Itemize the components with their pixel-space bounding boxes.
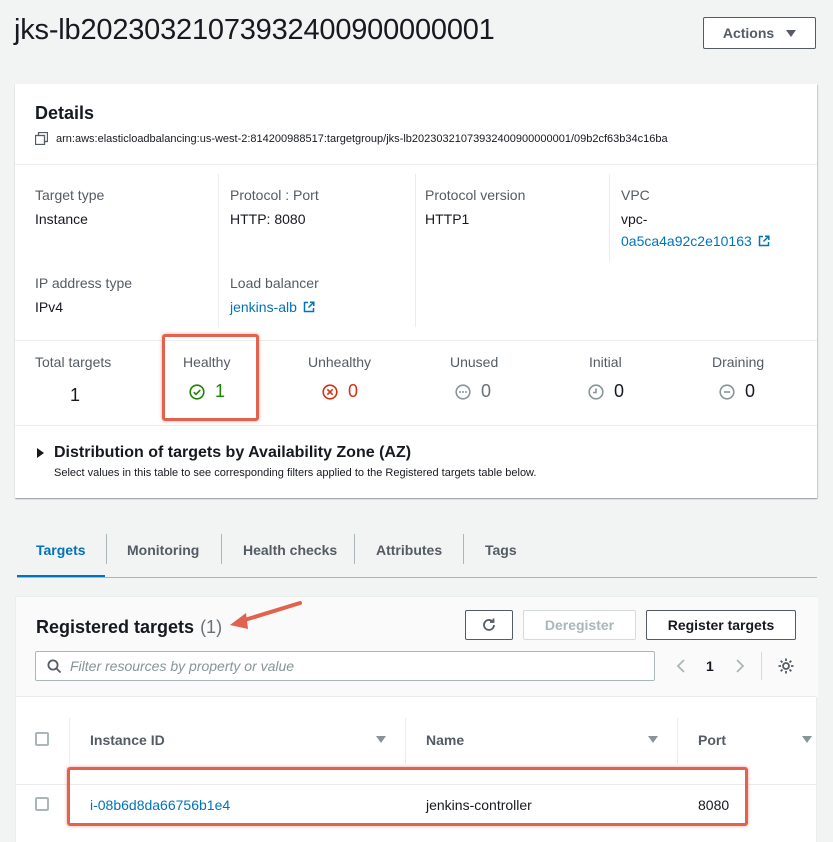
column-header-instance-id[interactable]: Instance ID (90, 732, 165, 748)
x-circle-icon (322, 383, 338, 400)
target-type-value: Instance (35, 211, 88, 227)
ellipsis-circle-icon (455, 383, 471, 400)
ip-type-label: IP address type (35, 275, 133, 291)
load-balancer-link[interactable]: jenkins-alb (230, 299, 315, 315)
gear-icon[interactable] (777, 657, 795, 675)
unused-label[interactable]: Unused (450, 354, 498, 370)
protocol-version-value: HTTP1 (425, 211, 470, 227)
tab-targets[interactable]: Targets (36, 542, 86, 558)
registered-targets-heading: Registered targets (1) (36, 617, 222, 638)
unused-count[interactable]: 0 (455, 381, 491, 402)
tabs-baseline (17, 577, 817, 578)
tab-tags[interactable]: Tags (485, 542, 517, 558)
az-description: Select values in this table to see corre… (54, 467, 537, 479)
external-link-icon (303, 301, 315, 313)
refresh-button[interactable] (465, 610, 513, 640)
unhealthy-label[interactable]: Unhealthy (308, 354, 371, 370)
draining-count[interactable]: 0 (719, 381, 755, 402)
copy-icon[interactable] (35, 132, 48, 145)
sort-caret-icon[interactable] (648, 736, 658, 743)
draining-label[interactable]: Draining (712, 354, 764, 370)
vpc-link-line1[interactable]: vpc- (621, 211, 647, 227)
deregister-button[interactable]: Deregister (523, 610, 636, 640)
unhealthy-count[interactable]: 0 (322, 381, 358, 402)
search-box[interactable] (35, 651, 655, 681)
registered-targets-title: Registered targets (36, 617, 195, 637)
draining-value: 0 (745, 381, 756, 401)
sort-caret-icon[interactable] (376, 736, 386, 743)
vpc-link[interactable]: 0a5ca4a92c2e10163 (621, 233, 770, 249)
column-header-name[interactable]: Name (426, 732, 464, 748)
actions-button-label: Actions (722, 25, 775, 41)
protocol-port-label: Protocol : Port (230, 187, 319, 203)
total-targets-value: 1 (70, 385, 81, 405)
healthy-highlight-box (162, 334, 259, 421)
arn-row: arn:aws:elasticloadbalancing:us-west-2:8… (35, 132, 668, 145)
search-icon (47, 659, 62, 674)
details-card: Details arn:aws:elasticloadbalancing:us-… (15, 84, 817, 498)
clock-icon (588, 383, 604, 400)
page-number[interactable]: 1 (706, 658, 714, 674)
protocol-port-value: HTTP: 8080 (230, 211, 306, 227)
register-targets-button[interactable]: Register targets (646, 610, 796, 640)
az-title: Distribution of targets by Availability … (54, 444, 412, 461)
search-input[interactable] (70, 658, 640, 674)
minus-circle-icon (719, 383, 735, 400)
ip-type-value: IPv4 (35, 299, 64, 315)
column-header-port[interactable]: Port (698, 732, 726, 748)
select-all-checkbox[interactable] (35, 732, 49, 746)
protocol-version-label: Protocol version (425, 187, 526, 203)
target-type-label: Target type (35, 187, 105, 203)
chevron-left-icon[interactable] (675, 658, 687, 674)
page-title: jks-lb20230321073932400900000001 (14, 14, 495, 46)
vpc-link-line2[interactable]: 0a5ca4a92c2e10163 (621, 233, 752, 249)
initial-label[interactable]: Initial (589, 354, 622, 370)
unhealthy-value: 0 (348, 381, 359, 401)
registered-targets-count: (1) (200, 617, 223, 637)
az-expander[interactable]: Distribution of targets by Availability … (37, 444, 411, 462)
initial-value: 0 (614, 381, 625, 401)
caret-right-icon (37, 448, 44, 458)
refresh-icon (483, 618, 495, 631)
load-balancer-link-text[interactable]: jenkins-alb (230, 299, 297, 315)
row-highlight-box (67, 767, 748, 826)
caret-down-icon (786, 29, 797, 37)
sort-caret-icon[interactable] (802, 736, 812, 743)
external-link-icon (758, 235, 770, 247)
row-checkbox[interactable] (35, 797, 49, 811)
unused-value: 0 (481, 381, 492, 401)
tab-monitoring[interactable]: Monitoring (127, 542, 199, 558)
initial-count[interactable]: 0 (588, 381, 624, 402)
vpc-label: VPC (621, 187, 650, 203)
tab-attributes[interactable]: Attributes (376, 542, 442, 558)
details-heading: Details (35, 103, 95, 123)
arrow-annotation-icon (230, 601, 302, 629)
arn-text: arn:aws:elasticloadbalancing:us-west-2:8… (56, 132, 668, 145)
load-balancer-label: Load balancer (230, 275, 319, 291)
actions-button[interactable]: Actions (703, 17, 816, 49)
total-targets-label: Total targets (35, 354, 112, 370)
tab-health-checks[interactable]: Health checks (243, 542, 337, 558)
chevron-right-icon[interactable] (734, 658, 746, 674)
